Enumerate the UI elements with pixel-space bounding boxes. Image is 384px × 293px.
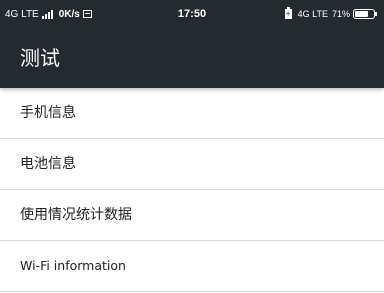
menu-item-battery-info[interactable]: 电池信息 (0, 139, 384, 190)
menu-item-wifi-info[interactable]: Wi-Fi information (0, 241, 384, 292)
battery-fill (355, 11, 368, 17)
menu-item-usage-stats[interactable]: 使用情况统计数据 (0, 190, 384, 241)
menu-item-label: Wi-Fi information (20, 258, 126, 273)
battery-icon (353, 9, 377, 19)
battery-percent-label: 71% (331, 9, 350, 19)
battery-saver-icon (284, 7, 292, 19)
status-right: 4G LTE 71% (284, 0, 378, 28)
menu-list: 手机信息 电池信息 使用情况统计数据 Wi-Fi information (0, 88, 384, 292)
status-bar: 4G LTE 0K/s 17:50 4G LTE 71% (0, 0, 384, 28)
menu-item-label: 手机信息 (20, 105, 76, 121)
app-toolbar: 测试 (0, 28, 384, 88)
menu-item-label: 电池信息 (20, 156, 76, 172)
network-type-right-label: 4G LTE (297, 9, 328, 19)
page-title: 测试 (20, 46, 60, 70)
menu-item-phone-info[interactable]: 手机信息 (0, 88, 384, 139)
menu-item-label: 使用情况统计数据 (20, 207, 132, 223)
